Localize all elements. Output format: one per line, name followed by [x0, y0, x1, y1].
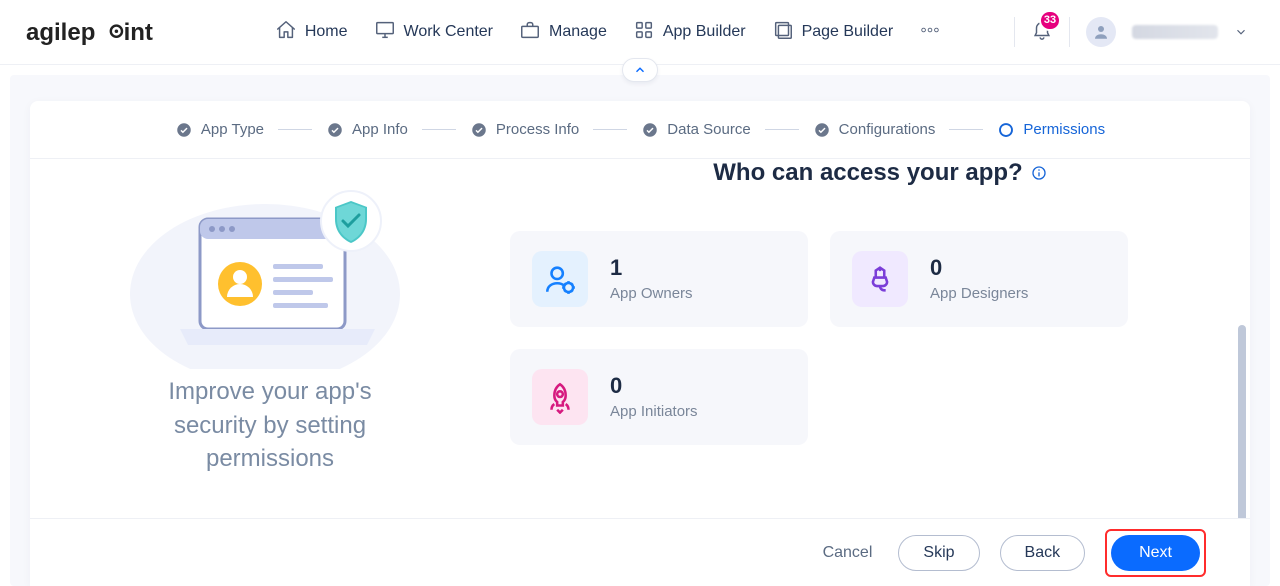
initiators-count: 0	[610, 375, 698, 397]
nav-page-builder-label: Page Builder	[802, 23, 894, 41]
owners-icon	[532, 251, 588, 307]
notifications[interactable]: 33	[1031, 18, 1053, 47]
designers-count: 0	[930, 257, 1028, 279]
wizard-footer: Cancel Skip Back Next	[30, 518, 1250, 586]
card-app-owners[interactable]: 1 App Owners	[510, 231, 808, 327]
navbar-right: 33	[1014, 17, 1248, 47]
nav-page-builder[interactable]: Page Builder	[772, 19, 894, 46]
designers-label: App Designers	[930, 285, 1028, 302]
tagline: Improve your app's security by setting p…	[168, 375, 371, 476]
apps-icon	[633, 19, 655, 46]
skip-button[interactable]: Skip	[898, 535, 979, 571]
step-permissions-label: Permissions	[1023, 121, 1105, 138]
nav-home[interactable]: Home	[275, 19, 348, 46]
next-button-highlight: Next	[1105, 529, 1206, 577]
step-app-info[interactable]: App Info	[326, 121, 408, 139]
step-connector	[765, 129, 799, 130]
chevron-down-icon[interactable]	[1234, 25, 1248, 39]
initiators-icon	[532, 369, 588, 425]
step-app-info-label: App Info	[352, 121, 408, 138]
step-connector	[422, 129, 456, 130]
check-circle-icon	[470, 121, 488, 139]
owners-count: 1	[610, 257, 693, 279]
monitor-icon	[374, 19, 396, 46]
more-icon	[919, 19, 941, 46]
step-app-type-label: App Type	[201, 121, 264, 138]
nav-manage[interactable]: Manage	[519, 19, 607, 46]
step-connector	[278, 129, 312, 130]
nav-home-label: Home	[305, 23, 348, 41]
step-data-source[interactable]: Data Source	[641, 121, 750, 139]
divider	[1069, 17, 1070, 47]
check-circle-icon	[326, 121, 344, 139]
step-process-info[interactable]: Process Info	[470, 121, 579, 139]
open-circle-icon	[997, 121, 1015, 139]
page-icon	[772, 19, 794, 46]
designers-icon	[852, 251, 908, 307]
svg-text:agilep: agilep	[26, 19, 95, 46]
nav-app-builder[interactable]: App Builder	[633, 19, 746, 46]
collapse-header-toggle[interactable]	[622, 58, 658, 82]
svg-text:int: int	[124, 19, 153, 46]
home-icon	[275, 19, 297, 46]
user-avatar[interactable]	[1086, 17, 1116, 47]
nav-app-builder-label: App Builder	[663, 23, 746, 41]
step-connector	[593, 129, 627, 130]
briefcase-icon	[519, 19, 541, 46]
brand-logo[interactable]: agilep int	[26, 16, 202, 48]
wizard-panel: App Type App Info Process Info Data Sour…	[30, 101, 1250, 586]
nav-manage-label: Manage	[549, 23, 607, 41]
check-circle-icon	[641, 121, 659, 139]
step-app-type[interactable]: App Type	[175, 121, 264, 139]
security-illustration	[115, 159, 425, 369]
back-button[interactable]: Back	[1000, 535, 1086, 571]
permissions-heading: Who can access your app?	[713, 159, 1022, 187]
owners-label: App Owners	[610, 285, 693, 302]
permission-cards: 1 App Owners 0 App Designers	[510, 231, 1250, 445]
nav-work-center-label: Work Center	[404, 23, 494, 41]
step-configurations[interactable]: Configurations	[813, 121, 936, 139]
notification-count: 33	[1039, 10, 1061, 31]
nav-work-center[interactable]: Work Center	[374, 19, 494, 46]
primary-nav: Home Work Center Manage App Builder Page…	[275, 19, 941, 46]
check-circle-icon	[175, 121, 193, 139]
wizard-stepper: App Type App Info Process Info Data Sour…	[30, 101, 1250, 159]
bell-icon	[1031, 29, 1053, 46]
step-connector	[949, 129, 983, 130]
workspace: App Type App Info Process Info Data Sour…	[10, 75, 1270, 586]
tagline-line1: Improve your app's	[168, 378, 371, 405]
card-app-initiators[interactable]: 0 App Initiators	[510, 349, 808, 445]
cancel-button[interactable]: Cancel	[817, 543, 879, 563]
top-navbar: agilep int Home Work Center Manage App Bu…	[0, 0, 1280, 65]
divider	[1014, 17, 1015, 47]
check-circle-icon	[813, 121, 831, 139]
info-icon[interactable]	[1031, 165, 1047, 181]
tagline-line3: permissions	[206, 445, 334, 472]
tagline-line2: security by setting	[174, 412, 366, 439]
step-permissions[interactable]: Permissions	[997, 121, 1105, 139]
nav-more[interactable]	[919, 19, 941, 46]
step-data-source-label: Data Source	[667, 121, 750, 138]
card-app-designers[interactable]: 0 App Designers	[830, 231, 1128, 327]
next-button[interactable]: Next	[1111, 535, 1200, 571]
step-process-info-label: Process Info	[496, 121, 579, 138]
step-configurations-label: Configurations	[839, 121, 936, 138]
initiators-label: App Initiators	[610, 403, 698, 420]
user-name-redacted	[1132, 25, 1218, 39]
